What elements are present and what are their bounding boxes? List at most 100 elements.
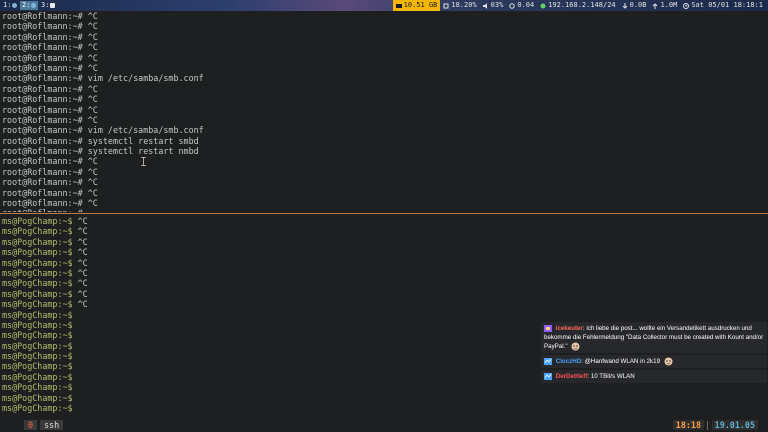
tmux-window-number[interactable]: 0 [24,420,38,430]
shell-prompt: ms@PogChamp:~$ [2,319,73,330]
clock[interactable]: Sat 05/01 18:18:1 [680,0,766,11]
ram-usage: 10.51 GB [392,0,441,11]
shell-prompt: ms@PogChamp:~$ [2,309,73,320]
workspace-2-button[interactable]: 2: [20,1,39,10]
shell-command [73,382,78,392]
twitch-badge-icon [544,358,552,366]
shell-command [73,393,78,403]
shell-prompt: root@Roflmann:~# [2,62,83,73]
chat-username[interactable]: CloczHD [556,358,581,365]
system-status-blocks: 10.51 GB 18.20% 03% 0.04 192.168.2.148/2… [392,0,766,11]
load-average: 0.04 [506,0,537,11]
terminal-line: root@Roflmann:~# vim /etc/samba/smb.conf [0,125,768,135]
terminal-line: root@Roflmann:~# ^C [0,21,768,31]
pane-divider[interactable] [0,213,768,214]
shell-prompt: root@Roflmann:~# [2,42,83,53]
chat-message-text: : 10 TBit/s WLAN [587,373,635,381]
cpu-usage: 18.20% [440,0,479,11]
shell-command: ^C [72,247,88,258]
text-cursor-icon [141,157,146,166]
shell-command: systemctl restart smbd [82,135,199,146]
shell-prompt: root@Roflmann:~# [2,11,83,21]
shell-prompt: root@Roflmann:~# [2,198,83,209]
terminal-line: root@Roflmann:~# systemctl restart nmbd [0,146,768,156]
volume-level[interactable]: 03% [480,0,507,11]
terminal-line: root@Roflmann:~# ^C [0,42,768,52]
terminal-line: root@Roflmann:~# ^C [0,32,768,42]
top-status-bar: 1: 2: 3: 10.51 GB 18.20% 03% 0.04 192.16… [0,0,768,11]
shell-prompt: root@Roflmann:~# [2,166,83,177]
shell-prompt: ms@PogChamp:~$ [2,236,73,247]
shell-command: ^C [72,216,88,226]
shell-command: ^C [82,166,98,177]
shell-command [73,403,78,413]
terminal-line: ms@PogChamp:~$ ^C [0,247,768,257]
terminal-line: root@Roflmann:~# ^C [0,188,768,198]
cpu-icon [443,3,449,8]
chat-message: CloczHD: @Hanfwand WLAN in 2k19 [541,355,767,369]
terminal-line: root@Roflmann:~# ^C [0,105,768,115]
terminal-line: root@Roflmann:~# ^C [0,198,768,208]
shell-command: ^C [82,83,98,94]
terminal-pane-top[interactable]: root@Roflmann:~# ^C root@Roflmann:~# ^C ro… [0,11,768,212]
terminal-line: root@Roflmann:~# ^C [0,53,768,63]
network-icon [540,3,546,8]
terminal-pane-bottom[interactable]: ms@PogChamp:~$ ^C ms@PogChamp:~$ ^C ms@Pog… [0,216,768,418]
terminal-line: ms@PogChamp:~$ [0,310,768,320]
upload-icon [653,2,658,9]
workspace-1-button[interactable]: 1: [1,1,19,10]
shell-prompt: root@Roflmann:~# [2,94,83,105]
shell-prompt: root@Roflmann:~# [2,104,83,115]
terminal-line: ms@PogChamp:~$ ^C [0,299,768,309]
chat-username[interactable]: DerDettleff [556,373,588,380]
clock-icon [683,2,690,9]
emote-icon [664,357,673,366]
shell-command: ^C [82,156,98,167]
terminal-line: ms@PogChamp:~$ ^C [0,216,768,226]
shell-command: ^C [82,62,98,73]
shell-command [73,341,78,351]
terminal-line: root@Roflmann:~# systemctl restart smbd [0,136,768,146]
net-down-rate: 0.0B [619,0,650,11]
terminal-line: ms@PogChamp:~$ ^C [0,226,768,236]
ip-address: 192.168.2.148/24 [537,0,618,11]
shell-prompt: root@Roflmann:~# [2,83,83,94]
shell-command: ^C [72,226,88,237]
terminal-line: root@Roflmann:~# vim /etc/samba/smb.conf [0,73,768,83]
shell-command [73,372,78,382]
shell-prompt: root@Roflmann:~# [2,146,83,157]
shell-command [73,351,78,361]
tmux-date: 19.01.05 [711,420,758,430]
shell-command: systemctl restart nmbd [82,146,199,157]
shell-command: ^C [72,257,88,268]
shell-prompt: ms@PogChamp:~$ [2,216,73,226]
shell-prompt: root@Roflmann:~# [2,135,83,146]
chat-username[interactable]: icekeuter [556,325,583,332]
terminal-line: ms@PogChamp:~$ ^C [0,268,768,278]
shell-prompt: ms@PogChamp:~$ [2,361,73,372]
subscriber-badge-icon [544,324,552,332]
workspace-3-button[interactable]: 3: [39,1,57,10]
shell-prompt: root@Roflmann:~# [2,177,83,188]
terminal-line: ms@PogChamp:~$ [0,403,768,413]
shell-command: ^C [82,11,98,21]
shell-command: ^C [72,267,88,278]
shell-command: ^C [72,299,88,310]
shell-prompt: ms@PogChamp:~$ [2,403,73,414]
shell-command [73,330,78,340]
shell-prompt: root@Roflmann:~# [2,156,83,167]
shell-command: ^C [82,31,98,42]
shell-prompt: root@Roflmann:~# [2,114,83,125]
tmux-status-bar: 0 ssh 18:18 | 19.01.05 [0,418,768,432]
shell-prompt: root@Roflmann:~# [2,52,83,63]
shell-prompt: root@Roflmann:~# [2,125,83,136]
shell-command: ^C [82,104,98,115]
shell-prompt: ms@PogChamp:~$ [2,392,73,403]
tmux-window-name[interactable]: ssh [40,420,64,430]
shell-prompt: ms@PogChamp:~$ [2,340,73,351]
shell-command: ^C [82,187,98,198]
shell-prompt: ms@PogChamp:~$ [2,330,73,341]
shell-prompt: ms@PogChamp:~$ [2,247,73,258]
chat-message: icekeuter: ich liebe die post... wollte … [541,322,767,354]
download-icon [622,2,627,9]
